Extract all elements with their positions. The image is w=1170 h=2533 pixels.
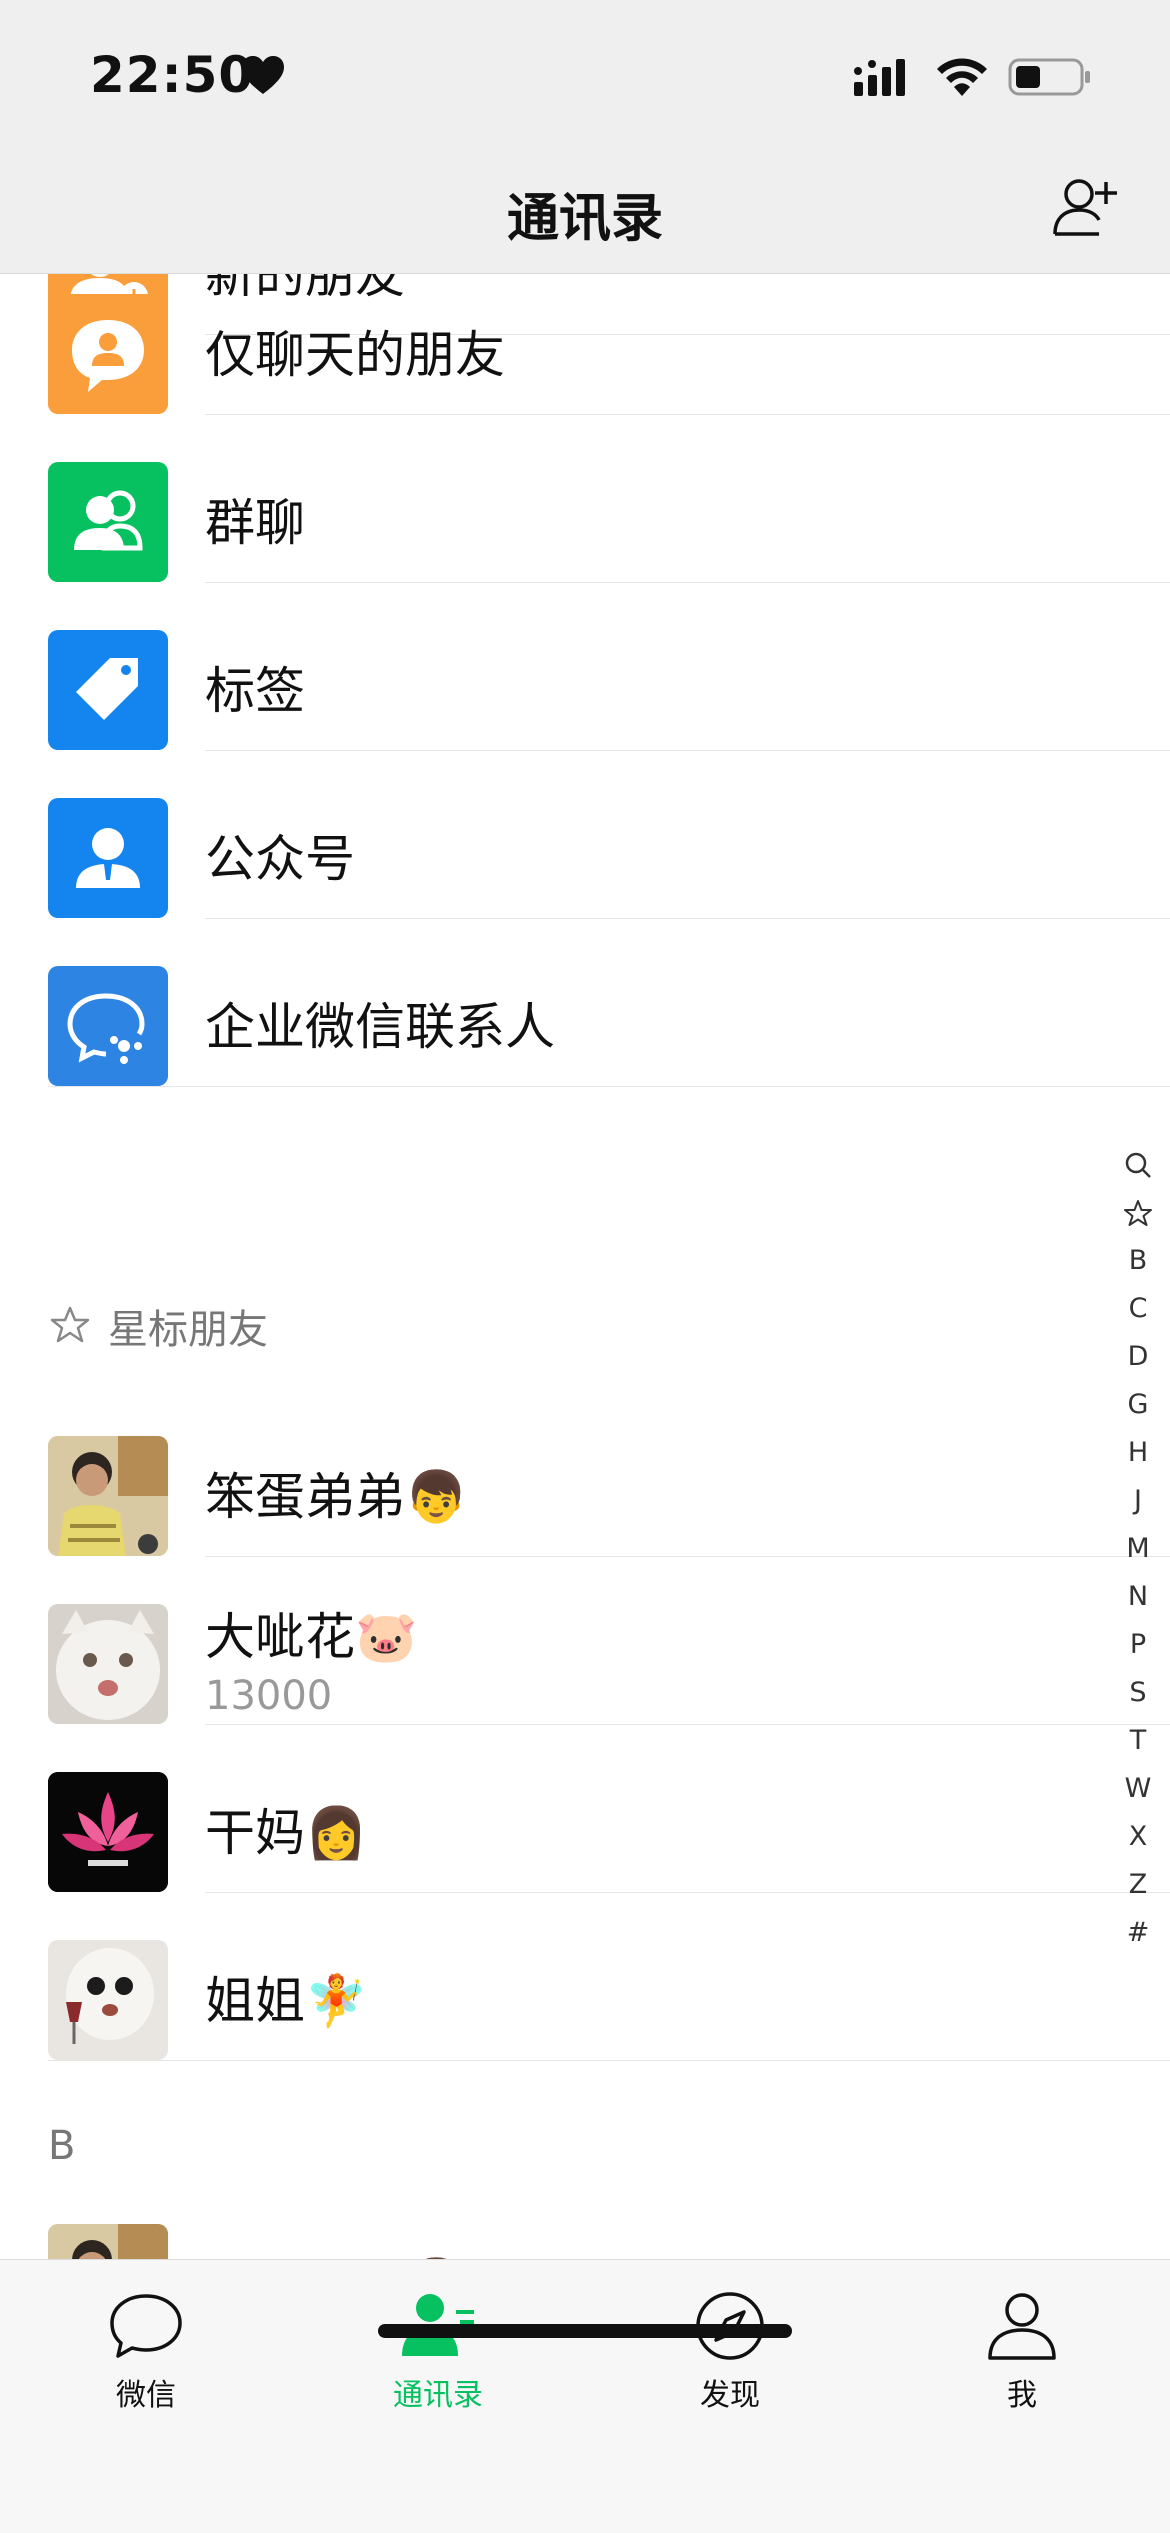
index-letter[interactable]: X bbox=[1118, 1813, 1158, 1861]
group-chat-icon bbox=[48, 462, 168, 582]
wecom-contacts-row[interactable]: 企业微信联系人 bbox=[0, 919, 1170, 1087]
avatar bbox=[48, 1436, 168, 1556]
contact-name: 大呲花🐷 bbox=[205, 1608, 418, 1666]
tags-row[interactable]: 标签 bbox=[0, 583, 1170, 751]
tab-label: 我 bbox=[1007, 2378, 1037, 2413]
add-friend-icon[interactable] bbox=[1052, 176, 1118, 238]
avatar bbox=[48, 1940, 168, 2060]
avatar bbox=[48, 1604, 168, 1724]
heart-icon bbox=[242, 56, 284, 94]
index-letter[interactable]: S bbox=[1118, 1669, 1158, 1717]
index-letter[interactable]: D bbox=[1118, 1333, 1158, 1381]
tab-contacts[interactable]: 通讯录 bbox=[348, 2290, 528, 2440]
index-letter[interactable]: T bbox=[1118, 1717, 1158, 1765]
index-letter[interactable]: N bbox=[1118, 1573, 1158, 1621]
star-icon bbox=[50, 1306, 90, 1343]
index-letter[interactable]: B bbox=[1118, 1237, 1158, 1285]
contact-name: 笨蛋弟弟👦 bbox=[205, 1468, 468, 1526]
official-account-icon bbox=[48, 798, 168, 918]
index-letter[interactable]: G bbox=[1118, 1381, 1158, 1429]
home-indicator[interactable] bbox=[378, 2324, 792, 2338]
contact-name: 笨蛋弟弟👦 bbox=[205, 2245, 467, 2259]
tag-icon bbox=[48, 630, 168, 750]
index-letter[interactable]: J bbox=[1118, 1477, 1158, 1525]
divider bbox=[48, 2060, 1170, 2061]
tab-discover[interactable]: 发现 bbox=[640, 2290, 820, 2440]
contact-list[interactable]: 新的朋友 仅聊天的朋友 群聊 标签 公众号 企业微信联系人 星标朋友 笨蛋弟弟👦… bbox=[0, 273, 1170, 2259]
function-label: 仅聊天的朋友 bbox=[205, 326, 505, 384]
tab-me[interactable]: 我 bbox=[932, 2290, 1112, 2440]
contact-row[interactable]: 笨蛋弟弟👦 bbox=[0, 1389, 1170, 1557]
chat-only-icon bbox=[48, 294, 168, 414]
battery-icon bbox=[1008, 58, 1090, 96]
status-time: 22:50 bbox=[90, 46, 255, 104]
top-bar: 22:50 通讯录 bbox=[0, 0, 1170, 274]
function-label: 标签 bbox=[205, 662, 305, 720]
chat-only-friends-row[interactable]: 仅聊天的朋友 bbox=[0, 273, 1170, 415]
cellular-signal-icon bbox=[854, 59, 905, 96]
tab-bar: 微信 通讯录 发现 我 bbox=[0, 2259, 1170, 2533]
index-letter[interactable]: Z bbox=[1118, 1861, 1158, 1909]
function-label: 群聊 bbox=[205, 494, 305, 552]
wifi-icon bbox=[937, 58, 987, 96]
index-letter[interactable]: H bbox=[1118, 1429, 1158, 1477]
contact-name: 干妈👩 bbox=[205, 1804, 368, 1862]
page-title: 通讯录 bbox=[506, 189, 663, 249]
contact-row[interactable]: 干妈👩 bbox=[0, 1725, 1170, 1893]
index-letter[interactable]: P bbox=[1118, 1621, 1158, 1669]
section-header-b: B bbox=[48, 2123, 76, 2169]
function-label: 企业微信联系人 bbox=[205, 998, 555, 1056]
contact-row[interactable]: 姐姐🧚 bbox=[0, 1893, 1170, 2061]
index-star-icon[interactable] bbox=[1123, 1189, 1153, 1237]
tab-label: 发现 bbox=[700, 2378, 760, 2413]
divider bbox=[48, 1086, 1170, 1087]
contact-name: 姐姐🧚 bbox=[205, 1972, 368, 2030]
index-letter[interactable]: W bbox=[1118, 1765, 1158, 1813]
alphabet-index[interactable]: B C D G H J M N P S T W X Z # bbox=[1118, 1141, 1158, 1957]
group-chats-row[interactable]: 群聊 bbox=[0, 415, 1170, 583]
tab-label: 微信 bbox=[116, 2378, 176, 2413]
official-accounts-row[interactable]: 公众号 bbox=[0, 751, 1170, 919]
contact-row[interactable]: 笨蛋弟弟👦 bbox=[0, 2177, 1170, 2259]
tab-label: 通讯录 bbox=[393, 2378, 483, 2413]
avatar bbox=[48, 2224, 168, 2259]
chat-bubble-icon bbox=[110, 2294, 182, 2358]
function-label: 公众号 bbox=[205, 830, 355, 888]
contact-remark: 13000 bbox=[205, 1673, 333, 1719]
contact-row[interactable]: 大呲花🐷 13000 bbox=[0, 1557, 1170, 1725]
starred-section-title: 星标朋友 bbox=[108, 1307, 268, 1353]
index-letter[interactable]: # bbox=[1118, 1909, 1158, 1957]
index-search-icon[interactable] bbox=[1123, 1141, 1153, 1189]
avatar bbox=[48, 1772, 168, 1892]
index-letter[interactable]: M bbox=[1118, 1525, 1158, 1573]
wecom-contacts-icon bbox=[48, 966, 168, 1086]
profile-icon bbox=[988, 2293, 1056, 2360]
tab-chats[interactable]: 微信 bbox=[56, 2290, 236, 2440]
index-letter[interactable]: C bbox=[1118, 1285, 1158, 1333]
